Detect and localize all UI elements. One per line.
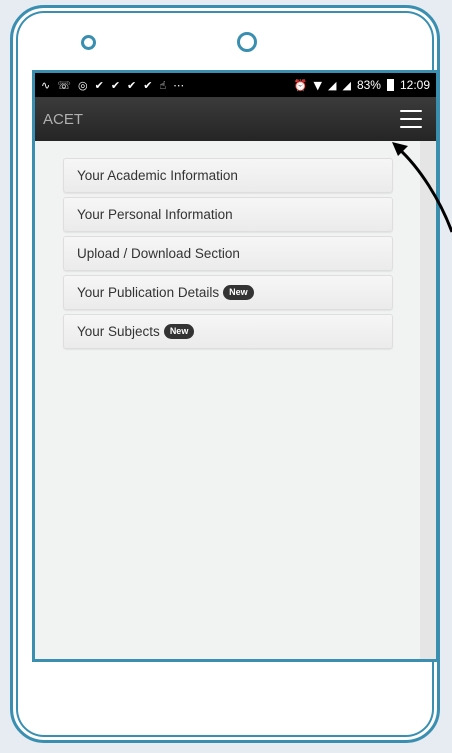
menu-list: Your Academic Information Your Personal …: [63, 158, 393, 349]
new-badge: New: [163, 324, 195, 339]
battery-percent: 83%: [356, 78, 381, 92]
menu-item-label: Your Personal Information: [77, 207, 233, 222]
status-right: ⏰ ▼ ◢ ◢ 83% 12:09: [294, 78, 430, 92]
ellipsis-icon: ⋯: [173, 78, 185, 92]
clock: 12:09: [399, 78, 430, 92]
menu-item-publication[interactable]: Your Publication Details New: [63, 275, 393, 310]
check-icon: ✔: [127, 78, 137, 92]
menu-item-personal[interactable]: Your Personal Information: [63, 197, 393, 232]
status-icons: ∿ ☏ ◎ ✔ ✔ ✔ ✔ ☝ ⋯: [41, 79, 288, 92]
whatsapp-icon: ◎: [77, 78, 88, 92]
menu-item-subjects[interactable]: Your Subjects New: [63, 314, 393, 349]
status-bar: ∿ ☏ ◎ ✔ ✔ ✔ ✔ ☝ ⋯ ⏰ ▼ ◢ ◢ 83% 12:09: [35, 73, 436, 97]
alarm-icon: ⏰: [293, 78, 308, 92]
phone-icon: ☏: [57, 78, 71, 92]
signal-bars-icon: ◢: [328, 78, 337, 92]
menu-item-label: Your Subjects: [77, 324, 160, 339]
menu-item-upload-download[interactable]: Upload / Download Section: [63, 236, 393, 271]
menu-item-label: Your Publication Details: [77, 285, 220, 300]
menu-item-label: Your Academic Information: [77, 168, 238, 183]
brand-title[interactable]: ACET: [43, 111, 83, 128]
app-navbar: ACET: [35, 97, 436, 141]
check-icon: ✔: [110, 78, 121, 92]
check-icon: ✔: [143, 78, 153, 92]
main-content: Your Academic Information Your Personal …: [35, 141, 436, 349]
check-icon: ✔: [94, 78, 104, 92]
menu-item-label: Upload / Download Section: [77, 246, 240, 261]
phone-screen: ∿ ☏ ◎ ✔ ✔ ✔ ✔ ☝ ⋯ ⏰ ▼ ◢ ◢ 83% 12:09 ACET: [32, 70, 439, 662]
hand-icon: ☝: [159, 78, 167, 92]
speaker-dot: [81, 35, 96, 50]
menu-item-academic[interactable]: Your Academic Information: [63, 158, 393, 193]
front-camera: [237, 32, 257, 52]
signal-bars-icon: ◢: [342, 78, 351, 92]
scroll-gutter: [420, 141, 436, 659]
hamburger-icon[interactable]: [400, 110, 422, 128]
new-badge: New: [223, 285, 254, 300]
battery-icon: [386, 79, 394, 91]
signal-icon: ∿: [41, 78, 51, 92]
wifi-icon: ▼: [313, 78, 322, 92]
